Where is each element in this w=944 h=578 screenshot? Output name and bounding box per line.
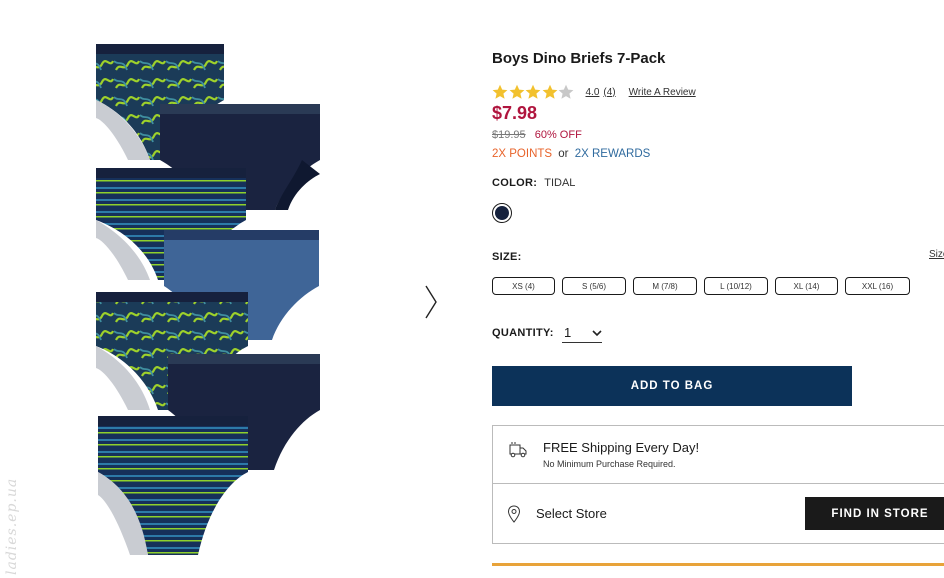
quantity-select[interactable]: 1 xyxy=(562,323,602,343)
rating-value-link[interactable]: 4.0 xyxy=(586,87,600,98)
size-option-l[interactable]: L (10/12) xyxy=(704,277,768,295)
write-review-link[interactable]: Write A Review xyxy=(629,87,696,98)
store-row: Select Store FIND IN STORE xyxy=(493,485,944,545)
rewards-text: 2X REWARDS xyxy=(574,148,651,160)
add-to-bag-button[interactable]: ADD TO BAG xyxy=(492,366,852,406)
accent-divider xyxy=(492,563,944,566)
star-icon xyxy=(525,84,541,99)
size-option-xs[interactable]: XS (4) xyxy=(492,277,555,295)
star-icon xyxy=(509,84,524,99)
size-label: SIZE: xyxy=(492,251,522,263)
swatch-fill xyxy=(495,206,509,220)
size-option-m[interactable]: M (7/8) xyxy=(633,277,697,295)
product-title: Boys Dino Briefs 7-Pack xyxy=(492,50,666,67)
quantity-label: QUANTITY: xyxy=(492,327,554,339)
watermark-text: ladies.ep.ua xyxy=(4,477,20,575)
chevron-right-icon[interactable] xyxy=(420,282,440,322)
points-text: 2X POINTS xyxy=(492,148,553,160)
fulfillment-box: FREE Shipping Every Day! No Minimum Purc… xyxy=(492,425,944,544)
rating-row: 4.0 (4) Write A Review xyxy=(492,84,696,100)
size-options: XS (4) S (5/6) M (7/8) L (10/12) XL (14)… xyxy=(492,277,917,295)
star-icon xyxy=(558,84,574,99)
price-comparison: $19.95 60% OFF xyxy=(492,129,582,141)
color-label: COLOR: xyxy=(492,177,538,189)
size-option-xl[interactable]: XL (14) xyxy=(775,277,838,295)
truck-icon xyxy=(509,442,527,458)
location-pin-icon xyxy=(507,505,521,523)
color-value: TIDAL xyxy=(544,177,576,189)
or-text: or xyxy=(558,148,569,160)
sale-price: $7.98 xyxy=(492,103,538,123)
rewards-row: 2X POINTS or 2X REWARDS xyxy=(492,148,650,160)
product-image xyxy=(96,44,320,555)
shipping-subtitle: No Minimum Purchase Required. xyxy=(543,459,676,469)
product-gallery: ladies.ep.ua xyxy=(0,0,470,578)
original-price: $19.95 xyxy=(492,129,526,141)
size-chart-link[interactable]: Size xyxy=(929,249,944,260)
size-option-s[interactable]: S (5/6) xyxy=(562,277,626,295)
find-in-store-button[interactable]: FIND IN STORE xyxy=(805,497,944,530)
rating-stars xyxy=(492,84,575,100)
discount-percent: 60% OFF xyxy=(534,129,582,141)
product-details: Boys Dino Briefs 7-Pack 4.0 (4) Write A … xyxy=(492,0,944,578)
shipping-title: FREE Shipping Every Day! xyxy=(543,440,700,455)
star-icon xyxy=(542,84,557,99)
color-row: COLOR: TIDAL xyxy=(492,177,575,189)
quantity-value: 1 xyxy=(564,325,572,340)
star-icon xyxy=(492,84,508,99)
chevron-down-icon xyxy=(592,330,602,337)
rating-count-link[interactable]: (4) xyxy=(603,87,615,98)
select-store-link[interactable]: Select Store xyxy=(536,506,607,521)
shipping-row: FREE Shipping Every Day! No Minimum Purc… xyxy=(493,426,944,484)
size-option-xxl[interactable]: XXL (16) xyxy=(845,277,910,295)
color-swatch-tidal[interactable] xyxy=(492,203,512,223)
